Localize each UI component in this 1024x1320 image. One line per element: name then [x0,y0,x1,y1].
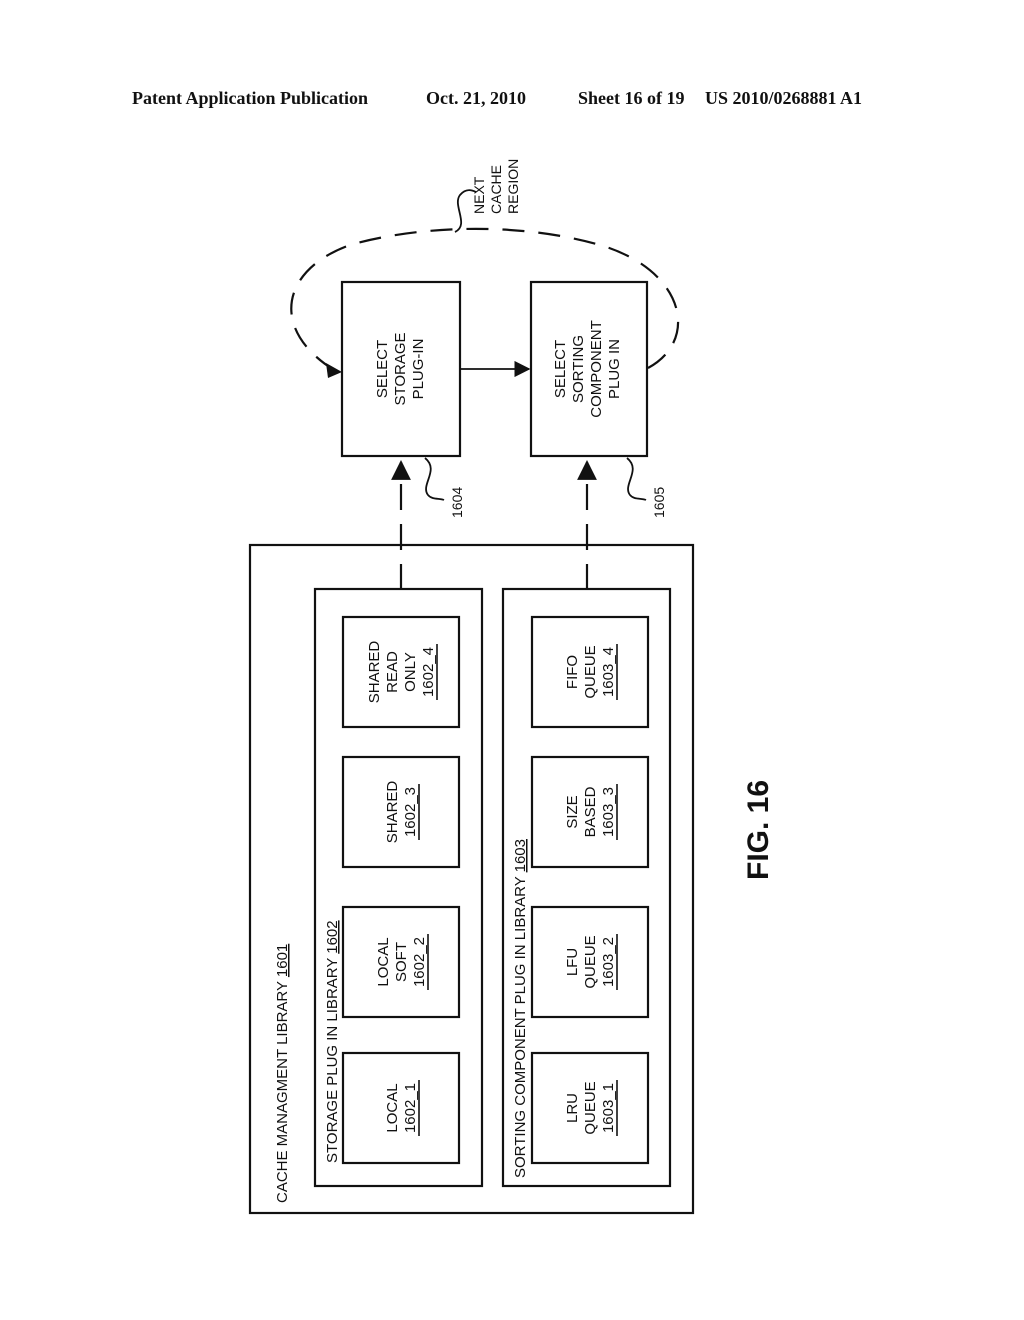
select-sorting-component-plugin-label: SELECT SORTING COMPONENT PLUG IN [552,320,623,418]
sorting-component-items: LRU QUEUE 1603_1LFU QUEUE 1603_2SIZE BASED 160… [530,615,650,1165]
storage-plugin-item-ref: 1602_4 [420,647,437,697]
sorting-component-item-ref: 1603_3 [600,787,617,837]
cache-library-ref: 1601 [274,944,291,977]
sorting-component-item-label: QUEUE [582,1081,599,1134]
ref-1604-leader [424,457,445,501]
cache-management-library-title: CACHE MANAGMENT LIBRARY 1601 [274,944,291,1203]
sorting-component-item-label: LRU [564,1093,581,1123]
step-1605-line-2: SORTING [570,335,587,403]
storage-plugin-item-ref: 1602_3 [402,787,419,837]
storage-plugin-item-label: LOCAL [375,937,392,986]
sorting-component-item-label: SIZE [564,795,581,828]
ref-1605-leader [626,457,647,501]
figure-label: FIG. 16 [742,780,775,880]
storage-plugin-item-box [341,615,461,729]
storage-library-title-text: STORAGE PLUG IN LIBRARY [324,954,341,1163]
storage-plugin-items: LOCAL 1602_1LOCAL SOFT 1602_2SHARED 1602_3SH… [341,615,461,1165]
storage-plugin-item-label: ONLY [402,652,419,692]
storage-plugin-item-label: LOCAL [384,1083,401,1132]
cache-library-title-text: CACHE MANAGMENT LIBRARY [274,977,291,1203]
step-1604-line-3: PLUG-IN [410,339,427,400]
storage-plugin-item-box [341,1051,461,1165]
diagram-canvas: NEXT CACHE REGION SELECT STORAGE PLUG-IN… [248,159,775,1215]
sorting-component-item-ref: 1603_1 [600,1083,617,1133]
storage-plugin-item-box [341,755,461,869]
sorting-component-item-label: FIFO [564,655,581,689]
step-1604-line-2: STORAGE [392,332,409,405]
storage-library-ref: 1602 [324,920,341,953]
loop-label-line-1: NEXT [471,176,487,214]
sorting-component-item-ref: 1603_4 [600,647,617,697]
storage-plugin-item-label: SHARED [384,781,401,844]
step-1605-line-4: PLUG IN [606,339,623,399]
loop-arrowhead-icon [326,363,342,378]
sorting-component-library-title: SORTING COMPONENT PLUG IN LIBRARY 1603 [512,839,529,1178]
step-1605-line-3: COMPONENT [588,320,605,418]
loop-label-line-2: CACHE [488,165,504,214]
sorting-component-item-label: LFU [564,948,581,976]
cache-management-library-box [248,543,695,1215]
storage-plugin-item-label: SOFT [393,942,410,982]
sorting-component-item-label: QUEUE [582,645,599,698]
sorting-component-item-ref: 1603_2 [600,937,617,987]
storage-plugin-item-ref: 1602_2 [411,937,428,987]
sorting-component-item-label: BASED [582,786,599,837]
ref-1604-label: 1604 [449,487,465,518]
storage-plugin-library-title: STORAGE PLUG IN LIBRARY 1602 [324,920,341,1163]
select-storage-plugin-label: SELECT STORAGE PLUG-IN [374,332,427,405]
next-cache-region-label: NEXT CACHE REGION [471,159,521,214]
ref-1605-label: 1605 [651,487,667,518]
sorting-library-ref: 1603 [512,839,529,872]
storage-plugin-item-ref: 1602_1 [402,1083,419,1133]
storage-plugin-item-label: READ [384,651,401,693]
step-1604-line-1: SELECT [374,340,391,398]
storage-plugin-item-label: SHARED [366,641,383,704]
sorting-library-title-text: SORTING COMPONENT PLUG IN LIBRARY [512,872,529,1178]
loop-label-line-3: REGION [505,159,521,214]
step-1605-line-1: SELECT [552,340,569,398]
sorting-component-item-label: QUEUE [582,935,599,988]
